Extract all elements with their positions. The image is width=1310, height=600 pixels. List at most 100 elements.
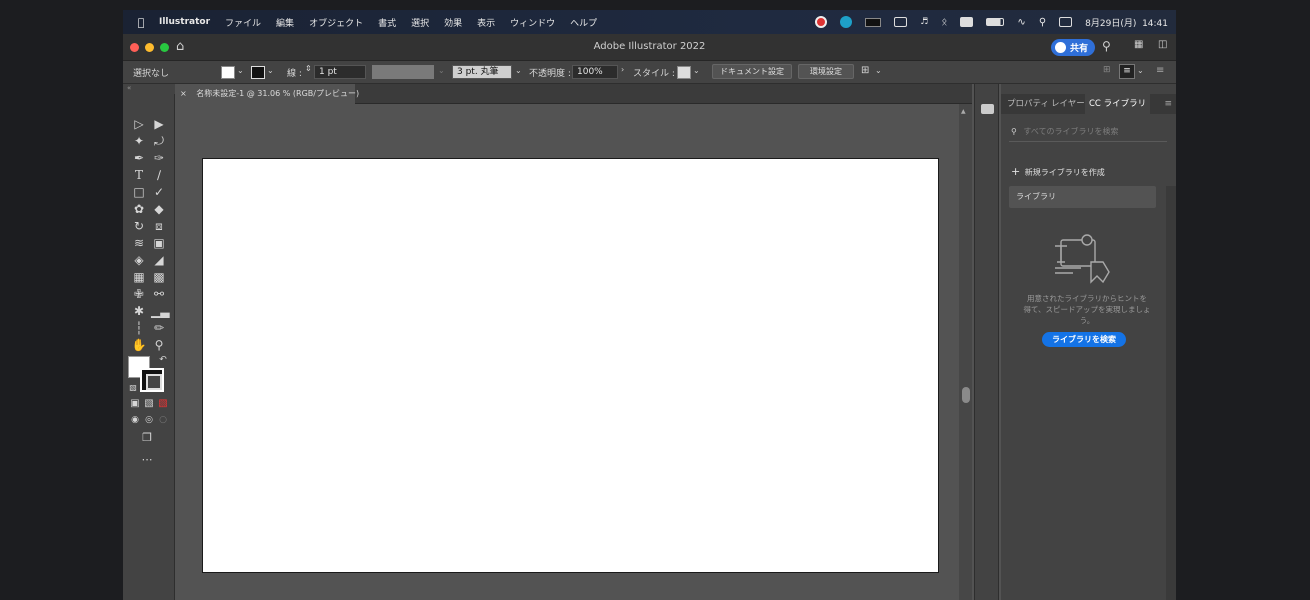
collapse-icon[interactable]: ⊞ [1103, 65, 1111, 75]
paintbrush-tool-icon[interactable]: ✓ [151, 184, 167, 200]
comments-icon[interactable] [981, 104, 994, 114]
lasso-tool-icon[interactable]: ⤾ [151, 133, 167, 149]
free-transform-tool-icon[interactable]: ▣ [151, 235, 167, 251]
zoom-tool-icon[interactable]: ⚲ [151, 337, 167, 353]
hand-tool-icon[interactable]: ✋ [131, 337, 147, 353]
variable-width-profile[interactable] [372, 65, 434, 79]
search-icon[interactable]: ⚲ [1102, 39, 1111, 53]
bluetooth-icon[interactable]: ᛟ [941, 17, 947, 28]
screen-mirroring-icon[interactable] [894, 17, 908, 27]
rectangle-tool-icon[interactable]: □ [131, 184, 147, 200]
draw-inside-icon[interactable]: ○ [155, 412, 171, 428]
blend-tool-icon[interactable]: ⚯ [151, 286, 167, 302]
arrange-icon[interactable]: ⊞ [861, 65, 869, 76]
stroke-dropdown-chevron-icon[interactable]: ⌄ [267, 66, 274, 75]
canvas-area[interactable] [175, 104, 959, 600]
menu-type[interactable]: 書式 [378, 16, 396, 29]
stroke-weight-field[interactable]: 1 pt [314, 65, 366, 79]
brush-definition-field[interactable]: 3 pt. 丸筆 [452, 65, 512, 79]
arrange-chevron-icon[interactable]: ⌄ [875, 66, 882, 75]
panel-scrollbar[interactable] [1166, 186, 1176, 600]
slice-tool-icon[interactable]: ✏ [151, 320, 167, 336]
type-tool-icon[interactable]: T [131, 167, 147, 183]
spotlight-search-icon[interactable]: ⚲ [1039, 17, 1046, 28]
volume-icon[interactable]: ♬ [920, 17, 928, 27]
shaper-tool-icon[interactable]: ✿ [131, 201, 147, 217]
stroke-stepper-icon[interactable]: ⇕ [305, 64, 312, 73]
line-tool-icon[interactable]: ∕ [151, 167, 167, 183]
profile-chevron-icon[interactable]: ⌄ [438, 66, 445, 75]
search-libraries-button[interactable]: ライブラリを検索 [1042, 332, 1126, 347]
menu-help[interactable]: ヘルプ [570, 16, 597, 29]
menu-window[interactable]: ウィンドウ [510, 16, 555, 29]
default-fill-stroke-icon[interactable]: ▧ [125, 380, 141, 396]
column-graph-tool-icon[interactable]: ▁▃ [151, 303, 169, 319]
close-tab-icon[interactable]: × [180, 89, 187, 98]
width-tool-icon[interactable]: ≋ [131, 235, 147, 251]
screen-mode-icon[interactable]: ❐ [139, 430, 155, 446]
perspective-grid-tool-icon[interactable]: ◢ [151, 252, 167, 268]
scroll-up-icon[interactable]: ▲ [961, 108, 966, 115]
eraser-tool-icon[interactable]: ◆ [151, 201, 167, 217]
swap-fill-stroke-icon[interactable]: ↶ [155, 352, 171, 368]
edit-toolbar-icon[interactable]: ⋯ [139, 452, 155, 468]
menubar-datetime[interactable]: 8月29日(月) 14:41 [1085, 16, 1168, 29]
document-setup-button[interactable]: ドキュメント設定 [712, 64, 792, 79]
direct-selection-tool-icon[interactable]: ▶ [151, 116, 167, 132]
rotate-tool-icon[interactable]: ↻ [131, 218, 147, 234]
magic-wand-tool-icon[interactable]: ✦ [131, 133, 147, 149]
toolbar-collapse-handle[interactable]: « [123, 84, 175, 94]
battery-icon[interactable] [986, 18, 1005, 26]
control-menu-icon[interactable]: ≡ [1156, 65, 1164, 76]
panel-toggle-icon[interactable]: ◫ [1158, 39, 1167, 50]
create-new-library-button[interactable]: + 新規ライブラリを作成 [1011, 165, 1105, 178]
eyedropper-tool-icon[interactable]: ✙ [131, 286, 147, 302]
opacity-arrow-icon[interactable]: › [621, 65, 624, 74]
library-list-item[interactable]: ライブラリ [1009, 186, 1156, 208]
menu-file[interactable]: ファイル [225, 16, 261, 29]
control-center-icon[interactable] [1059, 17, 1073, 27]
curvature-tool-icon[interactable]: ✑ [151, 150, 167, 166]
menu-effect[interactable]: 効果 [444, 16, 462, 29]
wifi-icon[interactable]: ∿ [1017, 17, 1025, 28]
stroke-color-box[interactable] [140, 368, 164, 392]
shape-builder-tool-icon[interactable]: ◈ [131, 252, 147, 268]
canvas-vertical-scrollbar[interactable]: ▲ [959, 104, 972, 600]
align-chevron-icon[interactable]: ⌄ [1137, 66, 1144, 75]
menu-app-name[interactable]: Illustrator [159, 17, 210, 27]
pen-tool-icon[interactable]: ✒ [131, 150, 147, 166]
library-search-input[interactable]: ⚲ すべてのライブラリを検索 [1009, 124, 1167, 142]
stroke-label[interactable]: 線 : [287, 66, 302, 79]
style-label[interactable]: スタイル : [633, 66, 675, 79]
align-panel-icon[interactable]: ≡ [1119, 64, 1135, 79]
menu-view[interactable]: 表示 [477, 16, 495, 29]
panel-menu-icon[interactable]: ≡ [1164, 94, 1172, 114]
menu-edit[interactable]: 編集 [276, 16, 294, 29]
artboard[interactable] [202, 158, 939, 573]
document-tab[interactable]: × 名称未設定-1 @ 31.06 % (RGB/プレビュー) [175, 84, 359, 104]
display-status-icon[interactable] [865, 17, 882, 27]
scale-tool-icon[interactable]: ⧈ [151, 218, 167, 234]
none-mode-icon[interactable]: ▧ [155, 396, 171, 412]
tab-properties[interactable]: プロパティ [1003, 94, 1053, 114]
creative-cloud-status-icon[interactable] [815, 16, 828, 28]
workspace-switcher-icon[interactable]: ▦ [1134, 39, 1143, 50]
symbol-sprayer-tool-icon[interactable]: ✱ [131, 303, 147, 319]
apple-icon[interactable]:  [123, 16, 159, 29]
mesh-tool-icon[interactable]: ▦ [131, 269, 147, 285]
scroll-thumb[interactable] [962, 387, 970, 403]
share-button[interactable]: 共有 [1051, 39, 1095, 56]
input-method-icon[interactable] [960, 17, 974, 27]
app-status-icon[interactable] [840, 16, 853, 28]
opacity-field[interactable]: 100% [572, 65, 618, 79]
menu-object[interactable]: オブジェクト [309, 16, 363, 29]
tab-cc-libraries[interactable]: CC ライブラリ [1085, 94, 1151, 114]
tab-layers[interactable]: レイヤー [1047, 94, 1089, 114]
graphic-style-swatch[interactable] [677, 66, 691, 79]
fill-dropdown-chevron-icon[interactable]: ⌄ [237, 66, 244, 75]
opacity-label[interactable]: 不透明度 : [529, 66, 571, 79]
brush-chevron-icon[interactable]: ⌄ [515, 66, 522, 75]
style-chevron-icon[interactable]: ⌄ [693, 66, 700, 75]
selection-tool-icon[interactable]: ▷ [131, 116, 147, 132]
fill-color-swatch[interactable] [221, 66, 235, 79]
